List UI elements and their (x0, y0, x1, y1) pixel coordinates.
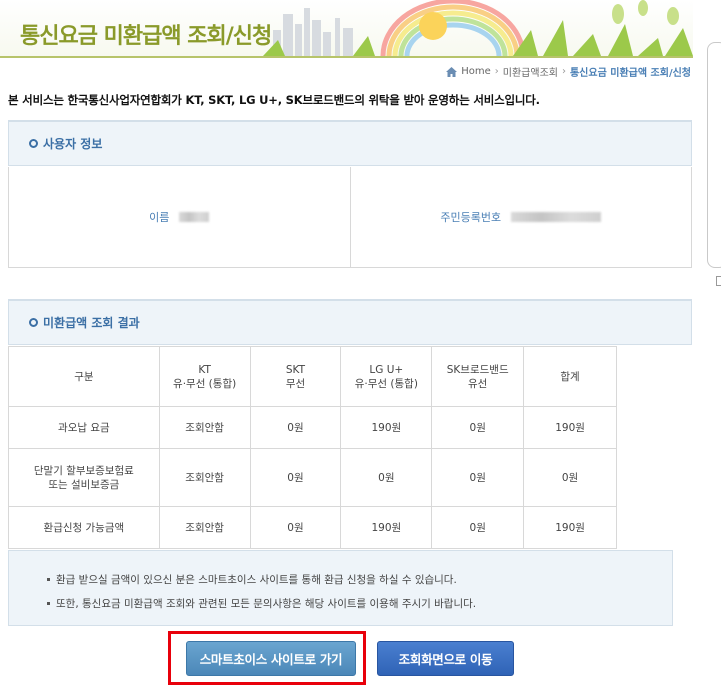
header-cell: SKT 무선 (249, 346, 342, 407)
header-subtext: 유·무선 (통합) (354, 377, 418, 390)
breadcrumb-separator: › (494, 66, 499, 77)
kt-cell: 조회안함 (158, 506, 251, 549)
user-info-box: 이름 주민등록번호 (8, 167, 692, 268)
circle-bullet-icon (29, 139, 38, 148)
lgu-cell: 190원 (340, 506, 433, 549)
header-cell: 구분 (8, 346, 160, 407)
table-header-row: 구분 KT 유·무선 (통합) SKT 무선 LG U+ 유·무선 (통합) SK브로… (8, 346, 617, 407)
skb-cell: 0원 (431, 406, 525, 449)
page-title: 통신요금 미환급액 조회/신청 (20, 24, 272, 49)
service-notice: 본 서비스는 한국통신사업자연합회가 KT, SKT, LG U+, SK브로드… (8, 93, 540, 107)
row-label: 환급신청 가능금액 (8, 506, 160, 549)
breadcrumb-level1[interactable]: 미환급액조회 (503, 64, 558, 79)
header-text: LG U+ (369, 363, 404, 376)
lgu-cell: 190원 (340, 406, 433, 449)
resident-id-value-redacted (511, 212, 602, 222)
skt-cell: 0원 (249, 448, 342, 507)
header-text: KT (198, 363, 211, 376)
info-line: 환급 받으실 금액이 있으신 분은 스마트초이스 사이트를 통해 환급 신청을 … (47, 567, 672, 591)
total-cell: 190원 (523, 406, 617, 449)
breadcrumb-separator: › (561, 66, 566, 77)
result-header: 미환급액 조회 결과 (8, 299, 692, 345)
header-cell: LG U+ 유·무선 (통합) (340, 346, 433, 407)
skb-cell: 0원 (431, 448, 525, 507)
circle-bullet-icon (29, 318, 38, 327)
info-box: 환급 받으실 금액이 있으신 분은 스마트초이스 사이트를 통해 환급 신청을 … (8, 550, 673, 626)
result-title: 미환급액 조회 결과 (43, 316, 140, 330)
header-cell: SK브로드밴드 유선 (431, 346, 525, 407)
smartchoice-site-button[interactable]: 스마트초이스 사이트로 가기 (186, 641, 356, 676)
section-title: 사용자 정보 (29, 135, 102, 152)
side-panel-edge (707, 42, 721, 268)
page-banner: 통신요금 미환급액 조회/신청 (0, 0, 693, 58)
lgu-cell: 0원 (340, 448, 433, 507)
back-to-search-button[interactable]: 조회화면으로 이동 (377, 641, 514, 676)
total-cell: 0원 (523, 448, 617, 507)
banner-illustration (263, 0, 693, 56)
row-label: 과오납 요금 (8, 406, 160, 449)
result-table: 구분 KT 유·무선 (통합) SKT 무선 LG U+ 유·무선 (통합) SK브로… (8, 346, 617, 549)
skt-cell: 0원 (249, 506, 342, 549)
header-text: 구분 (74, 370, 94, 383)
name-label: 이름 (149, 211, 170, 224)
table-row: 과오납 요금 조회안함 0원 190원 0원 190원 (8, 406, 617, 449)
square-bullet-icon (47, 577, 50, 581)
header-subtext: 유선 (468, 377, 488, 390)
resident-id-cell: 주민등록번호 (351, 167, 692, 267)
table-row: 단말기 할부보증보험료 또는 설비보증금 조회안함 0원 0원 0원 0원 (8, 448, 617, 507)
skt-cell: 0원 (249, 406, 342, 449)
info-text: 환급 받으실 금액이 있으신 분은 스마트초이스 사이트를 통해 환급 신청을 … (56, 573, 457, 586)
total-cell: 190원 (523, 506, 617, 549)
kt-cell: 조회안함 (158, 448, 251, 507)
name-value-redacted (179, 212, 210, 222)
breadcrumb-home[interactable]: Home (461, 66, 491, 77)
skb-cell: 0원 (431, 506, 525, 549)
kt-cell: 조회안함 (158, 406, 251, 449)
header-cell: KT 유·무선 (통합) (158, 346, 251, 407)
user-info-title: 사용자 정보 (43, 137, 103, 151)
info-text: 또한, 통신요금 미환급액 조회와 관련된 모든 문의사항은 해당 사이트를 이… (56, 597, 477, 610)
breadcrumb: Home › 미환급액조회 › 통신요금 미환급액 조회/신청 (446, 64, 691, 79)
header-subtext: 유·무선 (통합) (173, 377, 237, 390)
header-subtext: 무선 (285, 377, 306, 390)
side-panel-checkbox[interactable] (716, 276, 721, 286)
header-text: SK브로드밴드 (446, 363, 509, 376)
user-info-header: 사용자 정보 (8, 120, 692, 166)
breadcrumb-current: 통신요금 미환급액 조회/신청 (569, 68, 691, 79)
row-label-line2: 또는 설비보증금 (48, 478, 120, 491)
header-text: SKT (285, 363, 306, 376)
table-row: 환급신청 가능금액 조회안함 0원 190원 0원 190원 (8, 506, 617, 549)
home-icon[interactable] (446, 66, 458, 77)
row-label: 단말기 할부보증보험료 또는 설비보증금 (8, 448, 160, 507)
name-cell: 이름 (9, 167, 351, 267)
header-cell: 합계 (523, 346, 617, 407)
section-title: 미환급액 조회 결과 (29, 314, 140, 331)
info-line: 또한, 통신요금 미환급액 조회와 관련된 모든 문의사항은 해당 사이트를 이… (47, 591, 672, 615)
header-text: 합계 (560, 370, 580, 383)
resident-id-label: 주민등록번호 (440, 211, 502, 224)
row-label-line1: 단말기 할부보증보험료 (33, 464, 134, 477)
square-bullet-icon (47, 601, 50, 605)
